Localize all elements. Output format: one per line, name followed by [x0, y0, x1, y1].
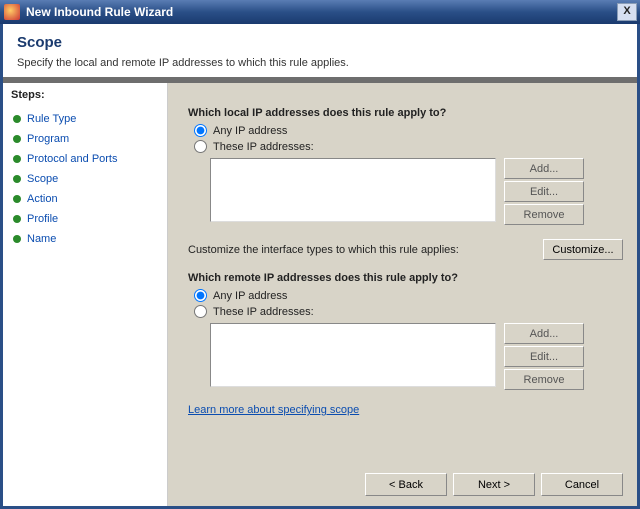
window-body: Scope Specify the local and remote IP ad…	[0, 24, 640, 509]
learn-more-link[interactable]: Learn more about specifying scope	[188, 404, 623, 416]
remote-edit-button[interactable]: Edit...	[504, 346, 584, 367]
local-any-radio-row[interactable]: Any IP address	[188, 124, 623, 140]
bullet-icon	[13, 155, 21, 163]
step-scope[interactable]: Scope	[11, 169, 159, 189]
step-name[interactable]: Name	[11, 229, 159, 249]
local-list-row: Add... Edit... Remove	[210, 158, 623, 225]
cancel-button[interactable]: Cancel	[541, 473, 623, 496]
remote-these-radio[interactable]	[194, 305, 207, 318]
remote-button-column: Add... Edit... Remove	[504, 323, 584, 390]
content-row: Steps: Rule Type Program Protocol and Po…	[3, 83, 637, 506]
step-rule-type[interactable]: Rule Type	[11, 109, 159, 129]
remote-remove-button[interactable]: Remove	[504, 369, 584, 390]
customize-text: Customize the interface types to which t…	[188, 244, 533, 256]
local-edit-button[interactable]: Edit...	[504, 181, 584, 202]
steps-title: Steps:	[11, 89, 159, 101]
remote-these-radio-row[interactable]: These IP addresses:	[188, 305, 623, 321]
step-action[interactable]: Action	[11, 189, 159, 209]
step-label: Name	[27, 233, 56, 245]
bullet-icon	[13, 195, 21, 203]
page-description: Specify the local and remote IP addresse…	[17, 57, 623, 69]
remote-question: Which remote IP addresses does this rule…	[188, 272, 623, 284]
remote-ip-listbox[interactable]	[210, 323, 496, 387]
titlebar: New Inbound Rule Wizard X	[0, 0, 640, 24]
bullet-icon	[13, 135, 21, 143]
local-any-label: Any IP address	[213, 125, 287, 137]
back-button[interactable]: < Back	[365, 473, 447, 496]
step-profile[interactable]: Profile	[11, 209, 159, 229]
step-label: Protocol and Ports	[27, 153, 118, 165]
app-icon	[4, 4, 20, 20]
remote-any-label: Any IP address	[213, 290, 287, 302]
close-button[interactable]: X	[617, 3, 637, 21]
local-button-column: Add... Edit... Remove	[504, 158, 584, 225]
header-area: Scope Specify the local and remote IP ad…	[3, 24, 637, 77]
step-label: Profile	[27, 213, 58, 225]
local-any-radio[interactable]	[194, 124, 207, 137]
local-remove-button[interactable]: Remove	[504, 204, 584, 225]
remote-these-label: These IP addresses:	[213, 306, 314, 318]
step-label: Rule Type	[27, 113, 76, 125]
bullet-icon	[13, 235, 21, 243]
main-panel: Which local IP addresses does this rule …	[168, 83, 637, 506]
steps-panel: Steps: Rule Type Program Protocol and Po…	[3, 83, 168, 506]
step-label: Action	[27, 193, 58, 205]
local-add-button[interactable]: Add...	[504, 158, 584, 179]
bullet-icon	[13, 115, 21, 123]
page-heading: Scope	[17, 34, 623, 51]
remote-any-radio[interactable]	[194, 289, 207, 302]
local-ip-listbox[interactable]	[210, 158, 496, 222]
remote-any-radio-row[interactable]: Any IP address	[188, 289, 623, 305]
remote-add-button[interactable]: Add...	[504, 323, 584, 344]
window-title: New Inbound Rule Wizard	[26, 5, 617, 19]
next-button[interactable]: Next >	[453, 473, 535, 496]
remote-list-row: Add... Edit... Remove	[210, 323, 623, 390]
step-label: Scope	[27, 173, 58, 185]
local-question: Which local IP addresses does this rule …	[188, 107, 623, 119]
customize-row: Customize the interface types to which t…	[188, 239, 623, 260]
bullet-icon	[13, 175, 21, 183]
wizard-footer: < Back Next > Cancel	[188, 459, 623, 496]
step-program[interactable]: Program	[11, 129, 159, 149]
local-these-radio-row[interactable]: These IP addresses:	[188, 140, 623, 156]
local-these-radio[interactable]	[194, 140, 207, 153]
customize-button[interactable]: Customize...	[543, 239, 623, 260]
bullet-icon	[13, 215, 21, 223]
step-protocol-ports[interactable]: Protocol and Ports	[11, 149, 159, 169]
step-label: Program	[27, 133, 69, 145]
local-these-label: These IP addresses:	[213, 141, 314, 153]
